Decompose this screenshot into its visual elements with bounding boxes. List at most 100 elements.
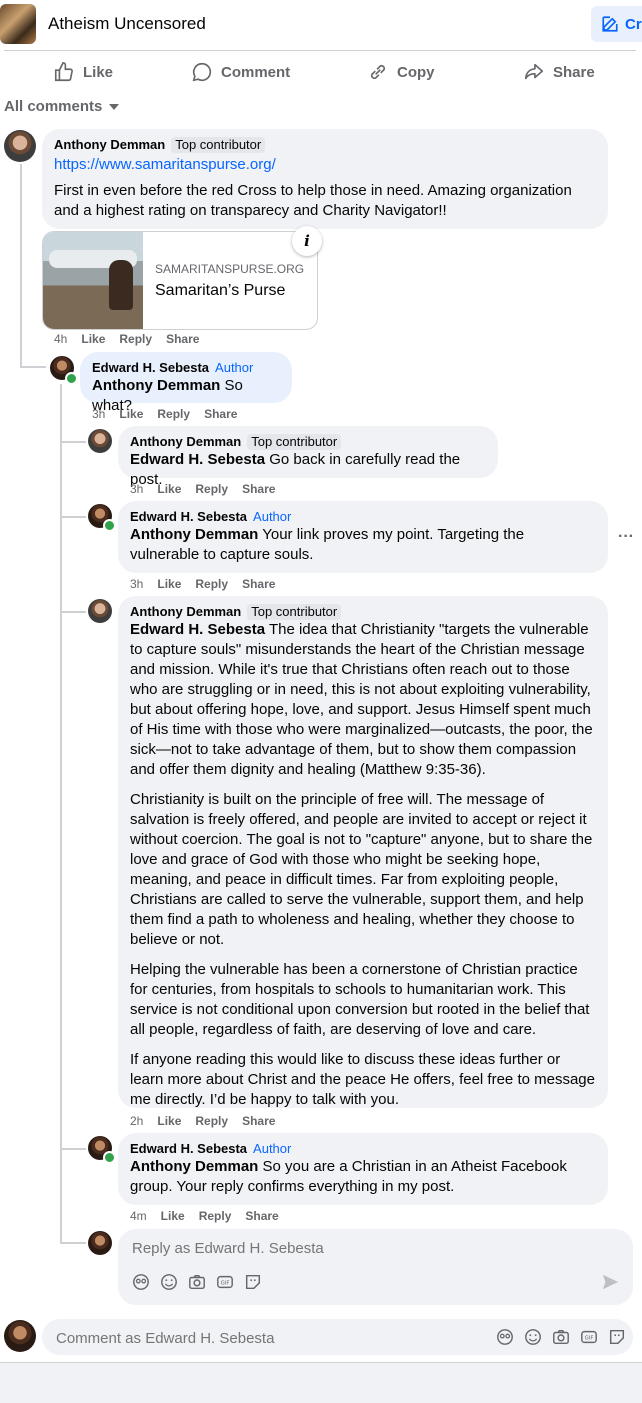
author-badge: Author [253,1141,292,1156]
comment-paragraph: Helping the vulnerable has been a corner… [130,961,590,1038]
top-contributor-badge: Top contributor [247,604,342,620]
comment-label: Comment [221,63,291,81]
comment-author[interactable]: Anthony Demman Top contributor [54,137,596,153]
thread-line [60,1148,86,1150]
comment-author[interactable]: Edward H. Sebesta Author [130,509,596,525]
create-button[interactable]: Cre [591,6,642,42]
comment-author[interactable]: Anthony Demman Top contributor [130,434,486,450]
like-action[interactable]: Like [53,62,113,82]
reply-link[interactable]: Reply [195,577,228,591]
avatar[interactable] [88,599,112,623]
preview-image [43,232,143,329]
avatar[interactable] [88,1231,112,1255]
preview-title: Samaritan’s Purse [155,282,286,299]
comment-meta: 4m Like Reply Share [130,1209,279,1223]
chevron-down-icon [109,103,120,110]
camera-icon[interactable] [188,1273,206,1291]
send-icon[interactable] [601,1273,619,1291]
comment-time[interactable]: 3h [92,407,105,421]
thread-line [60,611,86,613]
like-link[interactable]: Like [161,1209,185,1223]
comment-meta: 3h Like Reply Share [130,577,275,591]
like-link[interactable]: Like [157,482,181,496]
mention[interactable]: Anthony Demman [92,377,220,394]
avatar[interactable] [4,130,36,162]
avatar-icon[interactable] [132,1273,150,1291]
share-link[interactable]: Share [245,1209,278,1223]
mention[interactable]: Anthony Demman [130,1158,258,1175]
like-link[interactable]: Like [157,577,181,591]
filter-label: All comments [4,98,103,115]
mention[interactable]: Anthony Demman [130,526,258,543]
like-link[interactable]: Like [119,407,143,421]
author-badge: Author [215,360,254,375]
avatar[interactable] [4,1320,36,1352]
link-preview[interactable]: SAMARITANSPURSE.ORG Samaritan’s Purse [42,231,318,330]
share-link[interactable]: Share [166,332,199,346]
comments-filter[interactable]: All comments [4,98,120,115]
comment-author[interactable]: Edward H. Sebesta Author [130,1141,596,1157]
mention[interactable]: Edward H. Sebesta [130,621,265,638]
online-indicator [103,1151,116,1164]
reply-link[interactable]: Reply [199,1209,232,1223]
gif-icon[interactable]: GIF [580,1328,598,1346]
comment-link[interactable]: https://www.samaritanspurse.org/ [54,155,596,175]
reply-input[interactable] [130,1237,614,1259]
comment-author[interactable]: Edward H. Sebesta Author [92,360,280,376]
thread-line [20,366,46,368]
comment-input[interactable] [54,1327,478,1349]
share-link[interactable]: Share [204,407,237,421]
header-divider [4,50,636,51]
sticker-icon[interactable] [244,1273,262,1291]
share-action[interactable]: Share [523,62,595,82]
comment-action[interactable]: Comment [191,62,290,82]
reply-link[interactable]: Reply [195,1114,228,1128]
thread-line [60,441,86,443]
comment-author[interactable]: Anthony Demman Top contributor [130,604,596,620]
group-avatar[interactable] [0,4,36,44]
comment-time[interactable]: 4h [54,332,67,346]
more-icon[interactable]: ··· [618,528,634,546]
share-link[interactable]: Share [242,482,275,496]
info-icon[interactable]: i [292,226,322,256]
gif-icon[interactable]: GIF [216,1273,234,1291]
reply-tools: GIF [132,1273,262,1291]
like-link[interactable]: Like [157,1114,181,1128]
svg-text:GIF: GIF [585,1336,594,1342]
comment-time[interactable]: 3h [130,577,143,591]
reply-link[interactable]: Reply [157,407,190,421]
camera-icon[interactable] [552,1328,570,1346]
preview-domain: SAMARITANSPURSE.ORG [155,262,305,276]
like-label: Like [83,63,114,81]
thread-line [60,1242,86,1244]
group-title[interactable]: Atheism Uncensored [48,14,206,34]
group-header: Atheism Uncensored Cre [0,0,642,50]
comment-box: GIF [42,1319,633,1355]
comment-meta: 3h Like Reply Share [92,407,237,421]
mention[interactable]: Edward H. Sebesta [130,451,265,468]
reply-link[interactable]: Reply [195,482,228,496]
reply-link[interactable]: Reply [119,332,152,346]
comment-bubble: Anthony Demman Top contributor https://ww… [42,129,608,229]
like-icon [54,62,73,82]
share-icon [524,63,544,80]
sticker-icon[interactable] [608,1328,626,1346]
svg-text:GIF: GIF [221,1281,230,1287]
comment-bubble: Edward H. Sebesta Author Anthony Demman Y… [118,501,608,573]
author-badge: Author [253,509,292,524]
avatar-icon[interactable] [496,1328,514,1346]
emoji-icon[interactable] [524,1328,542,1346]
comment-paragraph: The idea that Christianity "targets the … [130,621,593,778]
edit-icon [602,16,618,32]
like-link[interactable]: Like [81,332,105,346]
comment-time[interactable]: 4m [130,1209,147,1223]
comment-text: First in even before the red Cross to he… [54,182,572,219]
comment-time[interactable]: 3h [130,482,143,496]
share-link[interactable]: Share [242,577,275,591]
emoji-icon[interactable] [160,1273,178,1291]
copy-action[interactable]: Copy [367,62,435,82]
avatar[interactable] [88,429,112,453]
share-link[interactable]: Share [242,1114,275,1128]
share-label: Share [553,63,595,81]
comment-time[interactable]: 2h [130,1114,143,1128]
